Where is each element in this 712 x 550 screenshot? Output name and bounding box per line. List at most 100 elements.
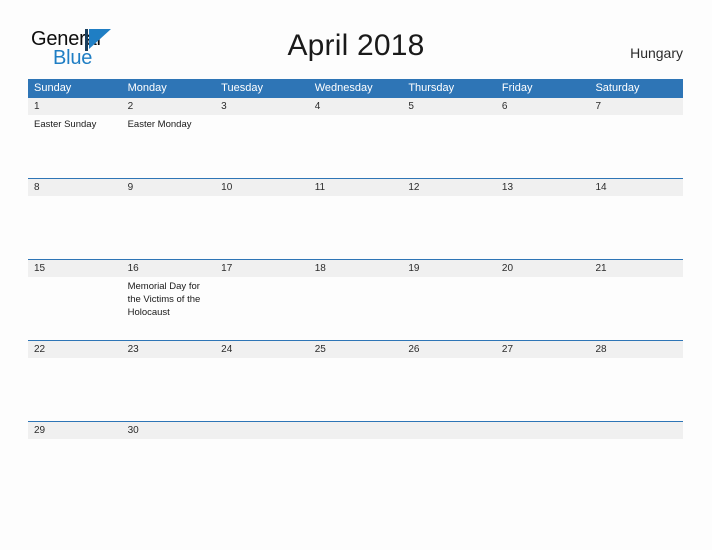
day-cell[interactable] xyxy=(309,277,403,341)
day-cell[interactable] xyxy=(215,277,309,341)
weekday-header-sunday: Sunday xyxy=(34,82,72,94)
event-label: Easter Monday xyxy=(127,119,192,130)
day-cell[interactable] xyxy=(402,358,496,422)
page-title: April 2018 xyxy=(287,29,425,62)
day-number[interactable]: 29 xyxy=(28,422,122,439)
day-number[interactable]: 27 xyxy=(496,341,590,358)
weekday-header-friday: Friday xyxy=(501,82,533,94)
calendar-week-row: 22 23 24 25 26 27 28 xyxy=(28,340,683,421)
day-cell[interactable] xyxy=(215,115,309,179)
day-number[interactable]: 15 xyxy=(28,260,122,277)
country-label: Hungary xyxy=(630,45,683,61)
day-cell[interactable] xyxy=(496,277,590,341)
day-cell xyxy=(309,439,403,503)
week-event-band xyxy=(28,439,683,503)
day-cell[interactable] xyxy=(496,115,590,179)
week-date-band: 22 23 24 25 26 27 28 xyxy=(28,341,683,358)
day-cell[interactable] xyxy=(309,358,403,422)
day-cell[interactable] xyxy=(122,358,216,422)
day-number[interactable]: 3 xyxy=(215,98,309,115)
day-cell[interactable]: Easter Monday xyxy=(122,115,216,179)
day-cell[interactable] xyxy=(589,196,683,260)
weekday-header-monday: Monday xyxy=(127,82,167,94)
day-number[interactable]: 13 xyxy=(496,179,590,196)
day-cell[interactable] xyxy=(122,439,216,503)
day-number xyxy=(589,422,683,439)
day-number[interactable]: 18 xyxy=(309,260,403,277)
weekday-header-tuesday: Tuesday xyxy=(221,82,263,94)
calendar-week-row: 29 30 xyxy=(28,421,683,502)
week-date-band: 1 2 3 4 5 6 7 xyxy=(28,98,683,115)
day-number[interactable]: 30 xyxy=(122,422,216,439)
week-date-band: 29 30 xyxy=(28,422,683,439)
week-event-band xyxy=(28,196,683,260)
weekday-header-saturday: Saturday xyxy=(595,82,640,94)
day-number[interactable]: 20 xyxy=(496,260,590,277)
day-cell xyxy=(589,439,683,503)
day-cell[interactable] xyxy=(309,115,403,179)
day-number[interactable]: 17 xyxy=(215,260,309,277)
day-number xyxy=(496,422,590,439)
day-number[interactable]: 25 xyxy=(309,341,403,358)
calendar-page: General Blue April 2018 Hungary Sunday M… xyxy=(0,0,712,550)
day-number[interactable]: 26 xyxy=(402,341,496,358)
weekday-header-thursday: Thursday xyxy=(408,82,455,94)
week-event-band: Easter Sunday Easter Monday xyxy=(28,115,683,179)
day-number xyxy=(309,422,403,439)
day-number[interactable]: 22 xyxy=(28,341,122,358)
week-event-band xyxy=(28,358,683,422)
day-number[interactable]: 5 xyxy=(402,98,496,115)
day-cell[interactable] xyxy=(589,358,683,422)
day-number[interactable]: 19 xyxy=(402,260,496,277)
day-cell[interactable]: Memorial Day for the Victims of the Holo… xyxy=(122,277,216,341)
day-cell[interactable] xyxy=(589,277,683,341)
day-cell[interactable] xyxy=(309,196,403,260)
day-cell xyxy=(215,439,309,503)
day-number[interactable]: 6 xyxy=(496,98,590,115)
day-cell[interactable] xyxy=(122,196,216,260)
day-cell[interactable] xyxy=(28,196,122,260)
day-number xyxy=(215,422,309,439)
day-number[interactable]: 14 xyxy=(589,179,683,196)
day-number[interactable]: 8 xyxy=(28,179,122,196)
day-cell[interactable] xyxy=(28,358,122,422)
day-cell[interactable] xyxy=(402,115,496,179)
event-label: Easter Sunday xyxy=(34,119,97,130)
day-number[interactable]: 28 xyxy=(589,341,683,358)
day-cell xyxy=(496,439,590,503)
day-number[interactable]: 9 xyxy=(122,179,216,196)
day-cell[interactable] xyxy=(215,358,309,422)
day-number[interactable]: 16 xyxy=(122,260,216,277)
day-number[interactable]: 10 xyxy=(215,179,309,196)
day-number[interactable]: 7 xyxy=(589,98,683,115)
day-cell[interactable] xyxy=(28,277,122,341)
day-cell[interactable]: Easter Sunday xyxy=(28,115,122,179)
day-number[interactable]: 11 xyxy=(309,179,403,196)
day-cell[interactable] xyxy=(589,115,683,179)
week-date-band: 8 9 10 11 12 13 14 xyxy=(28,179,683,196)
day-cell[interactable] xyxy=(215,196,309,260)
day-cell[interactable] xyxy=(402,196,496,260)
event-label: Memorial Day for the Victims of the Holo… xyxy=(127,281,201,318)
page-header: General Blue April 2018 Hungary xyxy=(0,24,712,72)
day-cell[interactable] xyxy=(402,277,496,341)
day-cell xyxy=(402,439,496,503)
weekday-header-row: Sunday Monday Tuesday Wednesday Thursday… xyxy=(28,79,683,97)
week-date-band: 15 16 17 18 19 20 21 xyxy=(28,260,683,277)
day-number xyxy=(402,422,496,439)
week-event-band: Memorial Day for the Victims of the Holo… xyxy=(28,277,683,341)
day-number[interactable]: 4 xyxy=(309,98,403,115)
day-number[interactable]: 12 xyxy=(402,179,496,196)
day-number[interactable]: 1 xyxy=(28,98,122,115)
day-cell[interactable] xyxy=(28,439,122,503)
day-number[interactable]: 21 xyxy=(589,260,683,277)
weekday-header-wednesday: Wednesday xyxy=(314,82,373,94)
day-cell[interactable] xyxy=(496,358,590,422)
day-number[interactable]: 2 xyxy=(122,98,216,115)
calendar-week-row: 15 16 17 18 19 20 21 Memorial Day for th… xyxy=(28,259,683,340)
day-number[interactable]: 23 xyxy=(122,341,216,358)
day-cell[interactable] xyxy=(496,196,590,260)
calendar-week-row: 8 9 10 11 12 13 14 xyxy=(28,178,683,259)
day-number[interactable]: 24 xyxy=(215,341,309,358)
calendar-week-row: 1 2 3 4 5 6 7 Easter Sunday Easter Monda… xyxy=(28,97,683,178)
